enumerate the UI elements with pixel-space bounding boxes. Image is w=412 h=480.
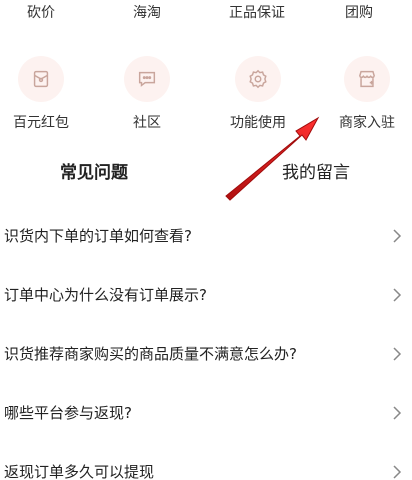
- chat-bubble-icon: [124, 56, 170, 102]
- faq-item[interactable]: 返现订单多久可以提现: [0, 452, 412, 480]
- faq-item[interactable]: 识货推荐商家购买的商品质量不满意怎么办?: [0, 334, 412, 374]
- faq-question: 订单中心为什么没有订单展示?: [4, 286, 207, 304]
- faq-question: 识货内下单的订单如何查看?: [4, 227, 192, 245]
- red-envelope-icon: [18, 56, 64, 102]
- service-community[interactable]: 社区: [97, 52, 197, 142]
- service-label-authentic[interactable]: 正品保证: [212, 4, 302, 22]
- service-label-bargain[interactable]: 砍价: [0, 4, 86, 22]
- faq-item[interactable]: 订单中心为什么没有订单展示?: [0, 275, 412, 315]
- service-grid-row: 百元红包 社区 功能使用 商家入驻: [0, 52, 412, 142]
- service-grid-top-row: 砍价 海淘 正品保证 团购: [0, 0, 412, 24]
- shop-icon: [344, 56, 390, 102]
- faq-question: 返现订单多久可以提现: [4, 463, 155, 480]
- service-label-community: 社区: [133, 115, 161, 131]
- chevron-right-icon: [393, 465, 402, 479]
- chevron-right-icon: [393, 406, 402, 420]
- service-red-envelope[interactable]: 百元红包: [0, 52, 91, 142]
- tab-my-messages[interactable]: 我的留言: [282, 162, 350, 184]
- service-label-red-envelope: 百元红包: [13, 115, 69, 131]
- faq-item[interactable]: 哪些平台参与返现?: [0, 393, 412, 433]
- service-label-merchant-join: 商家入驻: [339, 115, 395, 131]
- service-feature-usage[interactable]: 功能使用: [208, 52, 308, 142]
- service-label-overseas[interactable]: 海淘: [102, 4, 192, 22]
- help-center-page: 砍价 海淘 正品保证 团购 百元红包 社区 功能使用 商家入驻 常见问题 我的留…: [0, 0, 412, 480]
- faq-question: 哪些平台参与返现?: [4, 404, 132, 422]
- faq-question: 识货推荐商家购买的商品质量不满意怎么办?: [4, 345, 297, 363]
- service-label-group-buy[interactable]: 团购: [314, 4, 404, 22]
- help-tabs: 常见问题 我的留言: [0, 156, 412, 196]
- service-label-feature-usage: 功能使用: [230, 115, 286, 131]
- chevron-right-icon: [393, 288, 402, 302]
- faq-item[interactable]: 识货内下单的订单如何查看?: [0, 216, 412, 256]
- gear-icon: [235, 56, 281, 102]
- chevron-right-icon: [393, 347, 402, 361]
- service-merchant-join[interactable]: 商家入驻: [317, 52, 412, 142]
- chevron-right-icon: [393, 229, 402, 243]
- tab-faq[interactable]: 常见问题: [60, 162, 128, 184]
